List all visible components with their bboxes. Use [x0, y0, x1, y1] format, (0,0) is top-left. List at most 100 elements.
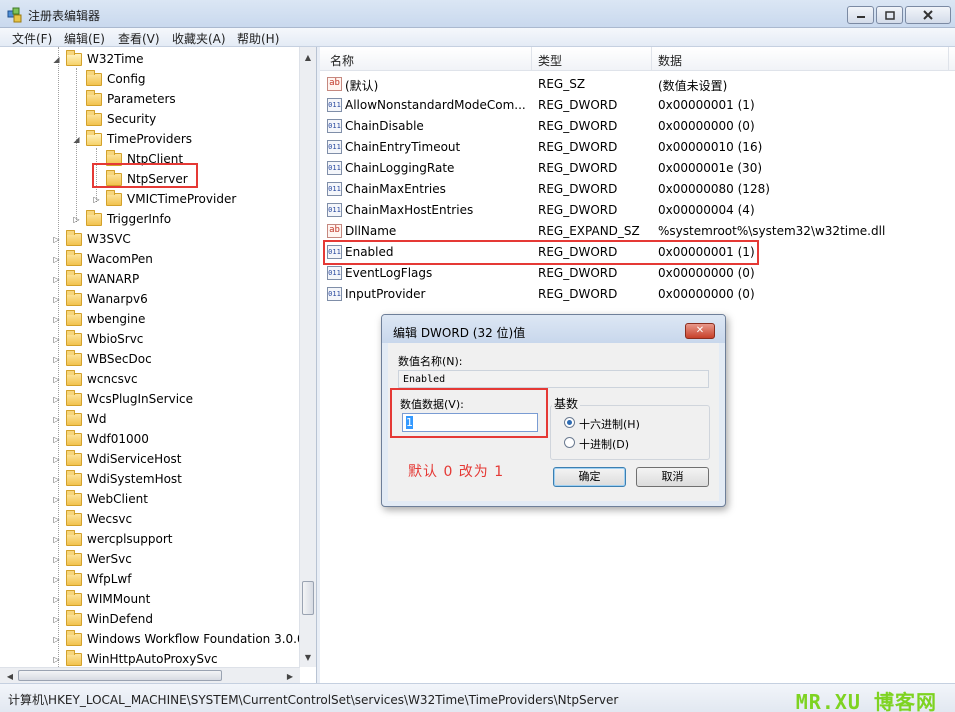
radix-dec-label[interactable]: 十进制(D)	[579, 436, 629, 452]
tree-item[interactable]: ◢ TimeProviders	[72, 129, 192, 149]
expand-arrow-icon[interactable]: ▷	[52, 655, 61, 664]
tree-item[interactable]: Parameters	[72, 89, 176, 109]
close-button[interactable]	[905, 6, 951, 24]
column-divider[interactable]	[948, 47, 949, 71]
collapse-arrow-icon[interactable]: ◢	[72, 135, 81, 144]
value-row[interactable]: 011 ChainMaxEntries REG_DWORD 0x00000080 (1…	[320, 179, 955, 200]
tree-item[interactable]: ▷ TriggerInfo	[72, 209, 171, 229]
expand-arrow-icon[interactable]: ▷	[52, 335, 61, 344]
binary-value-icon: 011	[327, 203, 342, 217]
minimize-button[interactable]	[847, 6, 874, 24]
tree-item[interactable]: ▷ WfpLwf	[52, 569, 131, 589]
value-row[interactable]: 011 AllowNonstandardModeCom... REG_DWORD 0x…	[320, 95, 955, 116]
expand-arrow-icon[interactable]: ▷	[52, 395, 61, 404]
expand-arrow-icon[interactable]: ▷	[52, 455, 61, 464]
expand-arrow-icon[interactable]: ▷	[52, 435, 61, 444]
expand-arrow-icon[interactable]: ▷	[52, 475, 61, 484]
tree-item[interactable]: ▷ WinHttpAutoProxySvc	[52, 649, 218, 669]
menu-help[interactable]: 帮助(H)	[237, 30, 279, 47]
value-row[interactable]: ab DllName REG_EXPAND_SZ %systemroot%\syste…	[320, 221, 955, 242]
maximize-button[interactable]	[876, 6, 903, 24]
scroll-thumb[interactable]	[18, 670, 222, 681]
tree-item[interactable]: ▷ WANARP	[52, 269, 139, 289]
menu-edit[interactable]: 编辑(E)	[64, 30, 105, 47]
expand-arrow-icon[interactable]: ▷	[52, 415, 61, 424]
expand-arrow-icon[interactable]: ▷	[52, 635, 61, 644]
dialog-close-button[interactable]: ✕	[685, 323, 715, 339]
collapse-arrow-icon[interactable]: ◢	[52, 55, 61, 64]
tree-item[interactable]: ▷ WerSvc	[52, 549, 132, 569]
value-row[interactable]: 011 ChainDisable REG_DWORD 0x00000000 (0)	[320, 116, 955, 137]
scroll-down-icon[interactable]: ▼	[300, 649, 316, 665]
scroll-right-icon[interactable]: ▶	[282, 668, 298, 684]
tree-item[interactable]: ▷ wercplsupport	[52, 529, 173, 549]
menu-view[interactable]: 查看(V)	[118, 30, 160, 47]
column-divider[interactable]	[651, 47, 652, 71]
tree-item[interactable]: ▷ WIMMount	[52, 589, 150, 609]
expand-arrow-icon[interactable]: ▷	[52, 355, 61, 364]
radix-hex-radio[interactable]	[564, 417, 575, 428]
tree-item[interactable]: ▷ WdiServiceHost	[52, 449, 182, 469]
tree-item[interactable]: ▷ WcsPlugInService	[52, 389, 193, 409]
key-tree[interactable]: ◢ W32Time Config Parameters Security ◢ TimePro…	[0, 47, 317, 683]
cancel-button[interactable]: 取消	[636, 467, 709, 487]
scroll-left-icon[interactable]: ◀	[2, 668, 18, 684]
scroll-up-icon[interactable]: ▲	[300, 49, 316, 65]
expand-arrow-icon[interactable]: ▷	[52, 295, 61, 304]
tree-item[interactable]: Config	[72, 69, 146, 89]
menu-file[interactable]: 文件(F)	[12, 30, 52, 47]
tree-item[interactable]: ▷ WdiSystemHost	[52, 469, 182, 489]
menu-favorites[interactable]: 收藏夹(A)	[172, 30, 226, 47]
tree-item[interactable]: ▷ Wd	[52, 409, 106, 429]
tree-item-label: TimeProviders	[107, 132, 193, 146]
tree-item[interactable]: Security	[72, 109, 156, 129]
tree-item[interactable]: ▷ VMICTimeProvider	[92, 189, 236, 209]
tree-item[interactable]: ▷ Windows Workflow Foundation 3.0.0	[52, 629, 305, 649]
value-row[interactable]: 011 InputProvider REG_DWORD 0x00000000 (0)	[320, 284, 955, 305]
tree-item[interactable]: ▷ WinDefend	[52, 609, 153, 629]
expand-arrow-icon[interactable]: ▷	[72, 215, 81, 224]
value-row[interactable]: 011 ChainLoggingRate REG_DWORD 0x0000001e (…	[320, 158, 955, 179]
column-data[interactable]: 数据	[658, 52, 682, 69]
tree-item[interactable]: ▷ WacomPen	[52, 249, 153, 269]
value-row[interactable]: 011 EventLogFlags REG_DWORD 0x00000000 (0)	[320, 263, 955, 284]
expand-arrow-icon[interactable]: ▷	[52, 555, 61, 564]
tree-item[interactable]: ▷ Wanarpv6	[52, 289, 148, 309]
tree-item[interactable]: ▷ wbengine	[52, 309, 145, 329]
expand-arrow-icon[interactable]: ▷	[52, 615, 61, 624]
column-name[interactable]: 名称	[330, 52, 354, 69]
tree-item[interactable]: ▷ wcncsvc	[52, 369, 138, 389]
radix-dec-radio[interactable]	[564, 437, 575, 448]
value-row[interactable]: ab (默认) REG_SZ (数值未设置)	[320, 74, 955, 95]
tree-item[interactable]: ▷ WbioSrvc	[52, 329, 143, 349]
scroll-thumb[interactable]	[302, 581, 314, 615]
tree-item[interactable]: ▷ WebClient	[52, 489, 148, 509]
expand-arrow-icon[interactable]: ▷	[92, 195, 101, 204]
tree-item[interactable]: ▷ W3SVC	[52, 229, 131, 249]
column-divider[interactable]	[531, 47, 532, 71]
expand-arrow-icon[interactable]: ▷	[52, 495, 61, 504]
tree-vertical-scrollbar[interactable]: ▲ ▼	[299, 47, 316, 667]
expand-arrow-icon[interactable]: ▷	[52, 595, 61, 604]
value-row[interactable]: 011 ChainMaxHostEntries REG_DWORD 0x0000000…	[320, 200, 955, 221]
expand-arrow-icon[interactable]: ▷	[52, 275, 61, 284]
expand-arrow-icon[interactable]: ▷	[52, 515, 61, 524]
tree-item-label: WIMMount	[87, 592, 151, 606]
radix-hex-label[interactable]: 十六进制(H)	[579, 416, 640, 432]
expand-arrow-icon[interactable]: ▷	[52, 575, 61, 584]
expand-arrow-icon[interactable]: ▷	[52, 235, 61, 244]
tree-item[interactable]: ▷ WBSecDoc	[52, 349, 152, 369]
folder-icon	[66, 269, 82, 286]
tree-item[interactable]: ▷ Wecsvc	[52, 509, 132, 529]
tree-horizontal-scrollbar[interactable]: ◀ ▶	[0, 667, 300, 683]
tree-item[interactable]: ◢ W32Time	[52, 49, 144, 69]
value-row[interactable]: 011 ChainEntryTimeout REG_DWORD 0x00000010 …	[320, 137, 955, 158]
tree-item-label: Parameters	[107, 92, 176, 106]
column-type[interactable]: 类型	[538, 52, 562, 69]
ok-button[interactable]: 确定	[553, 467, 626, 487]
tree-item[interactable]: ▷ Wdf01000	[52, 429, 149, 449]
expand-arrow-icon[interactable]: ▷	[52, 535, 61, 544]
expand-arrow-icon[interactable]: ▷	[52, 315, 61, 324]
expand-arrow-icon[interactable]: ▷	[52, 375, 61, 384]
expand-arrow-icon[interactable]: ▷	[52, 255, 61, 264]
